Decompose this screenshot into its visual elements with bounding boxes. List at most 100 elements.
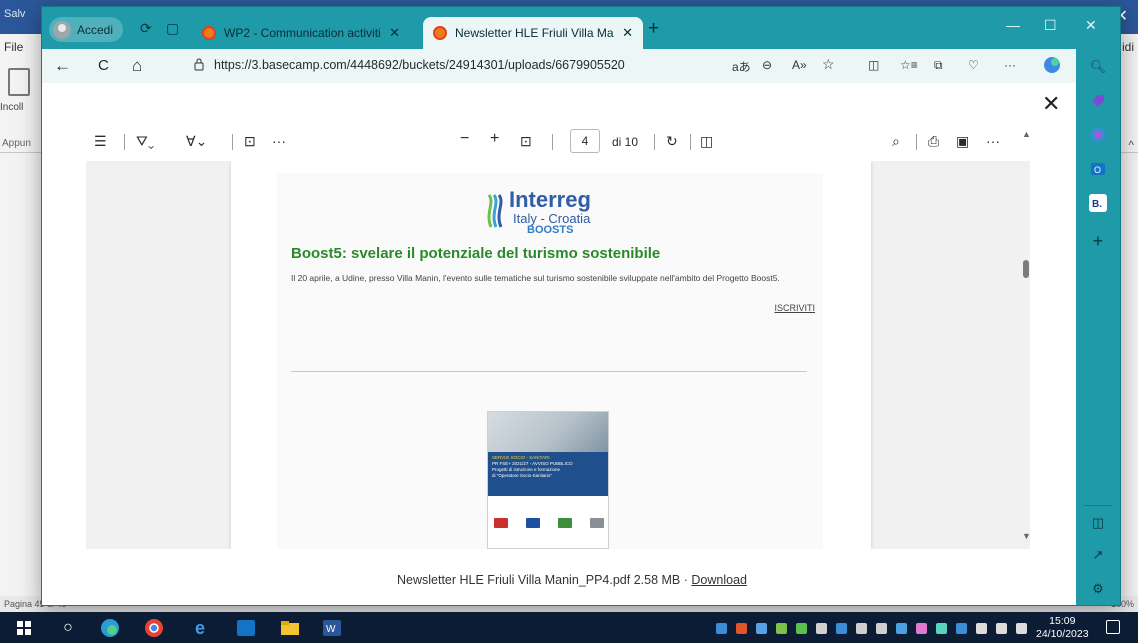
fit-to-width-icon[interactable]: ⊡ [520, 133, 532, 149]
modal-close-icon[interactable]: ✕ [1042, 91, 1060, 117]
table-of-contents-icon[interactable]: ☰ [94, 133, 107, 149]
word-file-menu[interactable]: File [4, 40, 23, 54]
workspaces-icon[interactable]: ⟳ [140, 21, 152, 35]
tray-app-icon[interactable] [816, 623, 827, 634]
text-box-icon[interactable]: ⊡ [244, 133, 256, 149]
read-aloud-icon[interactable]: A» [792, 58, 807, 72]
battery-icon[interactable] [996, 623, 1007, 634]
clock-time: 15:09 [1049, 615, 1076, 627]
search-icon[interactable]: ⌕ [892, 133, 900, 149]
tray-app-icon[interactable] [756, 623, 767, 634]
home-button[interactable]: ⌂ [132, 56, 142, 76]
copilot-icon[interactable] [1042, 55, 1062, 78]
search-icon[interactable]: 🔍︎ [1088, 57, 1108, 77]
read-aloud-language-icon[interactable]: aあ [732, 58, 751, 75]
tray-app-icon[interactable] [876, 623, 887, 634]
close-window-button[interactable]: ✕ [1085, 17, 1097, 34]
collections-icon[interactable]: ⧉ [934, 58, 943, 73]
taskbar-clock[interactable]: 15:09 24/10/2023 [1036, 615, 1089, 641]
file-explorer-icon[interactable] [280, 618, 300, 638]
outlook-icon[interactable]: O [1088, 159, 1108, 179]
pdf-viewer[interactable]: Interreg Italy - Croatia BOOSTS Boost5: … [86, 161, 1030, 549]
download-link[interactable]: Download [691, 573, 747, 587]
page-number-input[interactable]: 4 [570, 129, 600, 153]
profile-button[interactable]: Accedi [49, 17, 124, 42]
tab-wp2-communication[interactable]: WP2 - Communication activities ✕ [192, 17, 410, 49]
zoom-in-button[interactable]: + [490, 131, 499, 147]
paste-icon[interactable] [8, 68, 30, 96]
tray-shield-icon[interactable] [796, 623, 807, 634]
tray-app-icon[interactable] [896, 623, 907, 634]
tab-close-icon[interactable]: ✕ [389, 25, 400, 41]
more-tools-icon[interactable]: ··· [272, 133, 286, 149]
word-save-label[interactable]: Salv [4, 8, 25, 20]
outlook-icon[interactable] [236, 618, 256, 638]
tray-app-icon[interactable] [776, 623, 787, 634]
ribbon-collapse-chevron-icon[interactable]: ^ [1128, 138, 1134, 152]
shopping-tag-icon[interactable] [1088, 91, 1108, 111]
scroll-up-arrow-icon[interactable]: ▲ [1022, 129, 1031, 139]
page-view-icon[interactable]: ◫ [700, 133, 713, 149]
tray-app-icon[interactable] [736, 623, 747, 634]
file-size: 2.58 MB [633, 573, 681, 587]
rotate-icon[interactable]: ↻ [666, 133, 678, 149]
internet-explorer-icon[interactable]: e [190, 618, 210, 638]
toolbar-divider [232, 134, 233, 150]
refresh-button[interactable]: C [98, 57, 109, 74]
tab-actions-icon[interactable]: ▢ [166, 21, 179, 35]
settings-icon[interactable]: ⚙ [1088, 579, 1108, 599]
split-screen-icon[interactable]: ◫ [868, 58, 879, 72]
network-icon[interactable] [976, 623, 987, 634]
svg-text:B.: B. [1092, 199, 1102, 210]
search-icon[interactable]: ○ [58, 618, 78, 638]
more-menu-icon[interactable]: ··· [1004, 58, 1016, 72]
back-button[interactable]: ← [54, 56, 71, 76]
word-icon[interactable]: W [322, 618, 342, 638]
games-icon[interactable] [1088, 125, 1108, 145]
tray-app-icon[interactable] [716, 623, 727, 634]
tray-app-icon[interactable] [936, 623, 947, 634]
scroll-down-arrow-icon[interactable]: ▼ [1022, 531, 1031, 541]
url-input[interactable]: https://3.basecamp.com/4448692/buckets/2… [214, 58, 625, 72]
highlight-icon[interactable]: ⛛⌄ [136, 133, 154, 149]
zoom-out-button[interactable]: − [460, 131, 469, 147]
tab-newsletter-hle[interactable]: Newsletter HLE Friuli Villa Manin ✕ [423, 17, 643, 49]
lock-icon[interactable] [194, 58, 204, 71]
bluetooth-icon[interactable] [836, 623, 847, 634]
minimize-button[interactable]: — [1006, 17, 1020, 33]
add-icon[interactable]: + [1088, 231, 1108, 251]
word-paste-label[interactable]: Incoll [0, 102, 23, 113]
windows-start-icon[interactable] [14, 618, 34, 638]
clock-date: 24/10/2023 [1036, 628, 1089, 640]
split-screen-icon[interactable]: ◫ [1088, 513, 1108, 533]
save-icon[interactable]: ▣ [956, 133, 969, 149]
maximize-button[interactable]: ☐ [1044, 17, 1057, 34]
more-options-icon[interactable]: ··· [986, 133, 1000, 149]
draw-icon[interactable]: ∀⌄ [186, 133, 207, 149]
subscribe-link[interactable]: ISCRIVITI [774, 303, 815, 313]
eu-flag-icon [526, 518, 540, 528]
browser-essentials-icon[interactable]: ♡ [968, 58, 979, 72]
cloud-icon[interactable] [856, 623, 867, 634]
external-link-icon[interactable]: ↗ [1088, 545, 1108, 565]
volume-icon[interactable] [1016, 623, 1027, 634]
zoom-icon[interactable]: ⊖ [762, 58, 772, 72]
newsletter-paragraph: Il 20 aprile, a Udine, presso Villa Mani… [291, 273, 780, 283]
avatar [53, 20, 71, 39]
tab-close-icon[interactable]: ✕ [622, 25, 633, 41]
notifications-icon[interactable] [1106, 620, 1120, 634]
address-bar-row: ← C ⌂ https://3.basecamp.com/4448692/buc… [42, 49, 1076, 83]
favorite-star-icon[interactable]: ☆ [822, 56, 835, 73]
basecamp-icon[interactable]: B. [1088, 193, 1108, 213]
tray-app-icon[interactable] [916, 623, 927, 634]
tray-app-icon[interactable] [956, 623, 967, 634]
chrome-icon[interactable] [144, 618, 164, 638]
interreg-logo: Interreg Italy - Croatia BOOSTS [487, 187, 617, 237]
new-tab-button[interactable]: + [648, 18, 659, 40]
word-ribbon-tab-partial[interactable]: idi [1122, 40, 1134, 54]
pdf-scrollbar-thumb[interactable] [1023, 260, 1029, 278]
edge-taskbar-icon[interactable] [100, 618, 120, 638]
favorites-icon[interactable]: ☆≡ [900, 58, 918, 72]
flyer-line: di "Operatore Socio-Sanitario" [492, 473, 552, 478]
print-icon[interactable]: ⎙ [928, 133, 939, 149]
